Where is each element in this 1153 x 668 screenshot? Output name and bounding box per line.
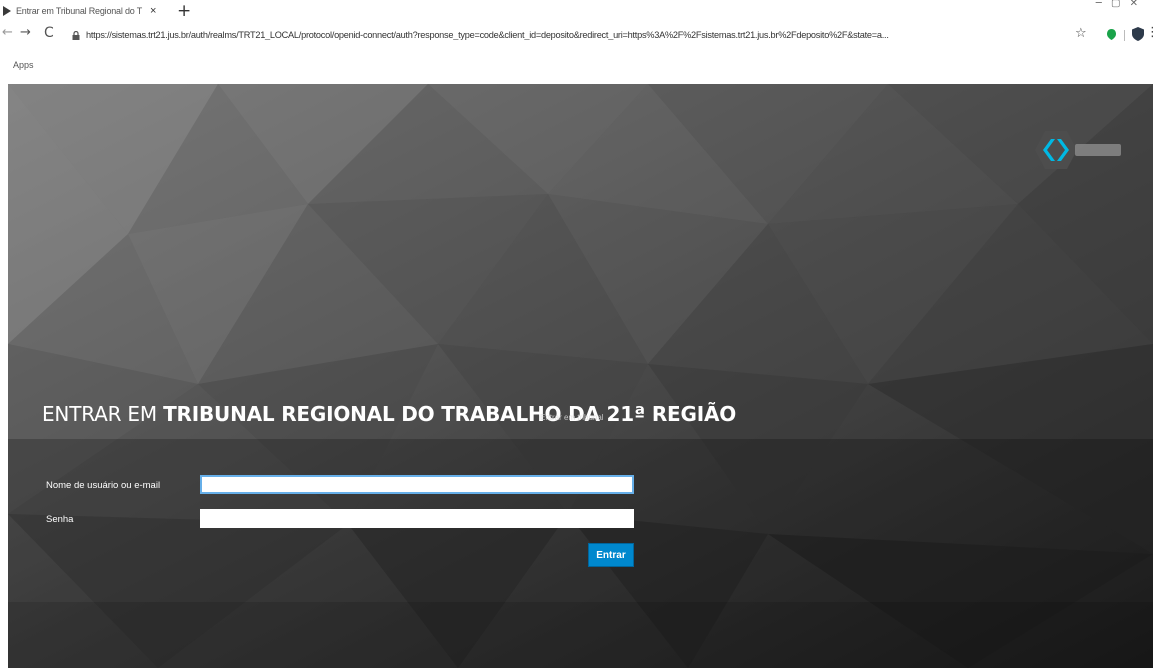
extension-shield-icon[interactable]: [1132, 27, 1144, 41]
browser-tab-bar: Entrar em Tribunal Regional do T × + ─ ▢…: [0, 0, 1153, 22]
back-button[interactable]: ←: [2, 25, 13, 40]
favicon-icon: [3, 6, 11, 16]
extension-green-icon[interactable]: [1107, 29, 1116, 40]
password-label: Senha: [46, 514, 74, 525]
apps-bookmark[interactable]: Apps: [13, 60, 34, 70]
bookmarks-bar: Apps: [0, 60, 1153, 84]
login-form: Nome de usuário ou e-mail Senha Entrar: [8, 84, 1153, 668]
address-bar[interactable]: https://sistemas.trt21.jus.br/auth/realm…: [68, 25, 1058, 45]
tab-close-icon[interactable]: ×: [150, 5, 156, 17]
reload-button[interactable]: C: [44, 25, 54, 41]
forward-button[interactable]: →: [20, 25, 31, 40]
browser-tab[interactable]: Entrar em Tribunal Regional do T ×: [0, 0, 170, 22]
browser-toolbar: ← → C https://sistemas.trt21.jus.br/auth…: [0, 22, 1153, 48]
menu-icon[interactable]: ⋮: [1146, 25, 1153, 40]
login-button[interactable]: Entrar: [588, 543, 634, 567]
lock-icon: [72, 30, 80, 40]
password-input[interactable]: [200, 509, 634, 528]
toolbar-separator: [1124, 30, 1125, 41]
window-controls[interactable]: ─ ▢ ✕: [1096, 0, 1141, 9]
new-tab-button[interactable]: +: [177, 1, 191, 21]
username-label: Nome de usuário ou e-mail: [46, 480, 161, 491]
url-text[interactable]: https://sistemas.trt21.jus.br/auth/realm…: [86, 30, 1046, 40]
tab-title: Entrar em Tribunal Regional do T: [16, 6, 143, 16]
username-input[interactable]: [200, 475, 634, 494]
star-icon[interactable]: ☆: [1075, 26, 1087, 41]
